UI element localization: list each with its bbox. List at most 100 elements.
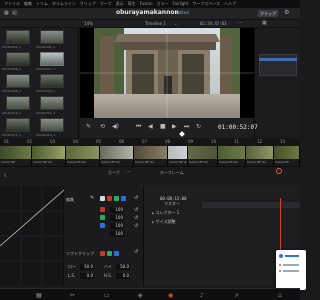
media-page-icon[interactable]: ▦ — [36, 292, 42, 299]
chevron-down-icon[interactable]: ⌄ — [174, 20, 177, 27]
video-viewer[interactable] — [80, 28, 254, 118]
timeline-clip[interactable]: Canon EF-An — [66, 146, 100, 166]
clip-number: 12 — [257, 139, 263, 144]
channel-blue-toggle[interactable] — [121, 196, 126, 201]
high-label: ハイ — [104, 264, 112, 269]
menu-file[interactable]: ファイル — [4, 0, 20, 8]
notification-popup[interactable] — [276, 250, 306, 290]
reset-icon[interactable]: ↺ — [134, 195, 138, 201]
home-icon[interactable]: ⌂ — [278, 292, 282, 299]
menu-help[interactable]: ヘルプ — [224, 0, 236, 8]
color-page-icon[interactable]: ◉ — [168, 292, 173, 299]
gallery-icon[interactable]: ▤ — [12, 10, 17, 16]
clip-label: Canon EF-An — [218, 159, 245, 166]
reset-icon[interactable]: ↺ — [134, 207, 138, 213]
timeline-clip[interactable]: Canon EF-An — [168, 146, 188, 166]
reset-icon[interactable]: ↺ — [134, 249, 138, 255]
softclip-red-toggle[interactable] — [100, 251, 105, 256]
softclip-green-toggle[interactable] — [107, 251, 112, 256]
timeline-clip[interactable]: Canon EF-An — [246, 146, 274, 166]
menu-clip[interactable]: クリップ — [80, 0, 96, 8]
channel-green-toggle[interactable] — [114, 196, 119, 201]
menu-playback[interactable]: 再生 — [128, 0, 136, 8]
play-reverse-icon[interactable]: ◀ — [148, 123, 153, 130]
low-value[interactable]: 50.0 — [80, 264, 94, 270]
curves-tool-icon[interactable]: ⌇ — [4, 173, 6, 179]
clip-number: 02 — [27, 139, 33, 144]
loop-icon[interactable]: ⟲ — [100, 123, 105, 130]
record-icon[interactable] — [276, 168, 282, 174]
menu-trim[interactable]: トリム — [36, 0, 48, 8]
edit-page-icon[interactable]: ▭ — [104, 292, 110, 299]
timeline-clip[interactable]: Canon EF-An — [32, 146, 66, 166]
timeline-clip[interactable]: Canon EF-An — [134, 146, 168, 166]
timeline-clip[interactable]: Canon EF-An — [100, 146, 134, 166]
repeat-icon[interactable]: ↻ — [196, 123, 201, 130]
page-nav-bar: ▦ ✂ ▭ ◈ ◉ ♪ ➚ ⌂ — [0, 288, 300, 300]
reset-icon[interactable]: ↺ — [134, 223, 138, 229]
clip-label: Canon EF-An — [32, 159, 65, 166]
project-title: oburayamakannon — [116, 9, 179, 16]
keyframe-master-row: マスター — [144, 200, 300, 208]
options-icon[interactable]: ⋯ — [126, 169, 131, 175]
play-icon[interactable]: ▶ — [172, 123, 177, 130]
menu-color[interactable]: カラー — [157, 0, 169, 8]
volume-icon[interactable]: ◀) — [112, 123, 119, 130]
pen-icon[interactable]: ✎ — [86, 123, 91, 130]
pencil-icon[interactable]: ✎ — [90, 195, 94, 201]
low-soft-value[interactable]: 0.0 — [80, 273, 94, 279]
channel-red-toggle[interactable] — [107, 196, 112, 201]
luma-value[interactable]: 100 — [110, 231, 124, 237]
keyframe-track-row[interactable]: ▶ コレクター 1 — [144, 209, 300, 217]
fairlight-page-icon[interactable]: ♪ — [200, 292, 204, 299]
timeline-clip[interactable]: Canon EF-An — [218, 146, 246, 166]
timeline-name[interactable]: Timeline 1 — [145, 20, 166, 27]
clip-number: 10 — [211, 139, 217, 144]
expand-icon[interactable]: ▶ — [152, 211, 154, 215]
channel-y-toggle[interactable] — [100, 196, 105, 201]
clip-label: Canon EF-An — [168, 159, 188, 166]
high-value[interactable]: 50.0 — [116, 264, 130, 270]
settings-icon[interactable]: ⚙ — [284, 9, 289, 16]
green-value[interactable]: 100 — [110, 215, 124, 221]
clip-number: 09 — [188, 139, 194, 144]
viewer-timecode: 01:00:52:07 — [218, 124, 258, 131]
popup-line — [283, 264, 299, 266]
media-thumb-label: A016C005_1 — [36, 45, 56, 49]
menu-mark[interactable]: マーク — [100, 0, 112, 8]
keyframes-label: キーフレーム — [160, 170, 184, 175]
clips-button[interactable]: クリップ — [258, 10, 278, 17]
menu-timeline[interactable]: タイムライン — [52, 0, 76, 8]
grid-view-icon[interactable]: ▦ — [262, 20, 267, 27]
skip-start-icon[interactable]: ⏮ — [136, 123, 141, 131]
edited-status: Edited — [176, 10, 189, 15]
skip-end-icon[interactable]: ⏭ — [184, 123, 189, 131]
clip-number: 08 — [165, 139, 171, 144]
timeline-clip[interactable]: Canon EF-An — [188, 146, 218, 166]
softclip-blue-toggle[interactable] — [114, 251, 119, 256]
cut-page-icon[interactable]: ✂ — [70, 292, 75, 299]
more-icon[interactable]: ⋯ — [238, 20, 243, 27]
menu-fairlight[interactable]: Fairlight — [173, 0, 189, 8]
keyframe-track-row[interactable]: ▶ サイズ調整 — [144, 218, 300, 226]
menu-workspace[interactable]: ワークスペース — [193, 0, 220, 8]
menu-view[interactable]: 表示 — [116, 0, 124, 8]
expand-icon[interactable]: ▶ — [152, 220, 154, 224]
red-value[interactable]: 100 — [110, 207, 124, 213]
stop-icon[interactable]: ■ — [160, 123, 166, 130]
high-soft-value[interactable]: 0.0 — [116, 273, 130, 279]
menu-edit[interactable]: 編集 — [24, 0, 32, 8]
clip-label: Canon EF-An — [188, 159, 217, 166]
deliver-page-icon[interactable]: ➚ — [234, 292, 239, 299]
curve-graph[interactable] — [0, 186, 65, 286]
zoom-level[interactable]: 14% — [84, 20, 93, 27]
timeline-clip[interactable]: Canon EF- — [0, 146, 32, 166]
reset-icon[interactable]: ↺ — [134, 215, 138, 221]
media-pool-icon[interactable]: ▦ — [4, 10, 9, 16]
timeline-clip[interactable]: Canon EF- — [274, 146, 300, 166]
blue-value[interactable]: 100 — [110, 223, 124, 229]
curve-line-graphic — [0, 186, 65, 286]
right-panel — [254, 28, 300, 138]
menu-fusion[interactable]: Fusion — [140, 0, 153, 8]
fusion-page-icon[interactable]: ◈ — [138, 292, 143, 299]
